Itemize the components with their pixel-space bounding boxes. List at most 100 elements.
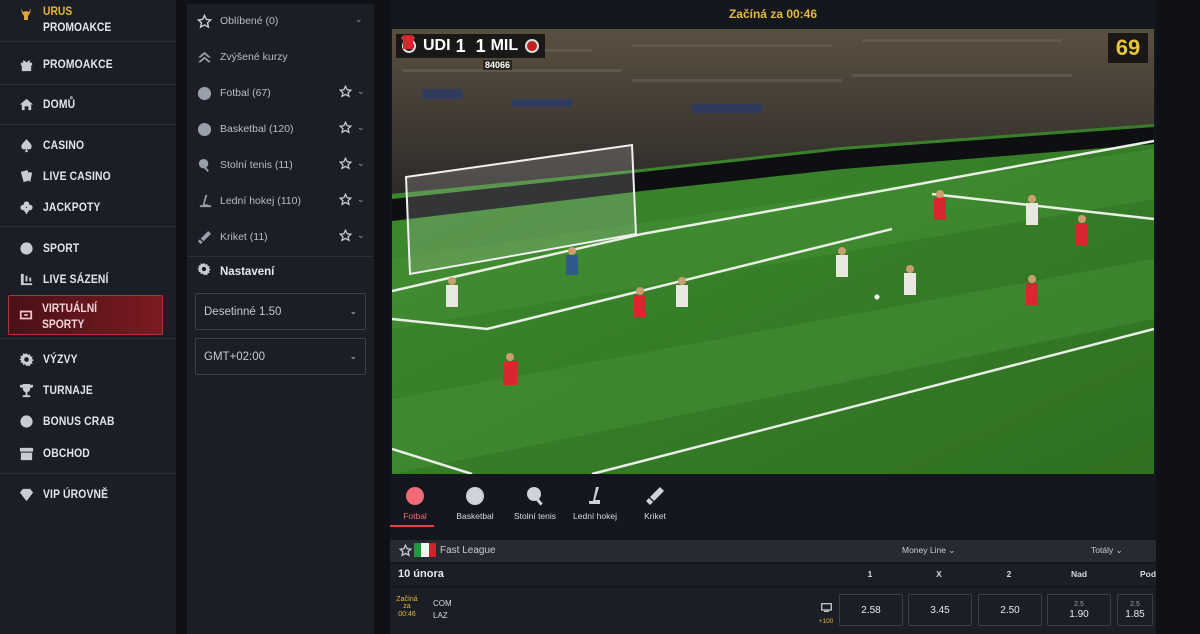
event-away-team: LAZ [433, 611, 448, 620]
favorite-star-icon[interactable] [338, 120, 353, 135]
nav-item-vyzvy[interactable]: VÝZVY [0, 344, 176, 374]
nav-item-label: VIRTUÁLNÍ [42, 301, 98, 315]
gift-icon [18, 56, 34, 72]
sport-item-cricket[interactable]: Kriket (11) ⌄ [187, 220, 374, 254]
favorite-star-icon[interactable] [398, 543, 413, 562]
sport-item-ice-hockey[interactable]: Lední hokej (110) ⌄ [187, 184, 374, 218]
event-row[interactable]: Začíná za 00:46 COM LAZ +100 2.58 3.45 2… [390, 588, 1156, 634]
sport-item-label: Stolní tenis (11) [220, 159, 293, 171]
col-away-win: 2 [1006, 569, 1012, 579]
start-countdown: 00:46 [398, 610, 416, 618]
sport-item-football[interactable]: Fotbal (67) ⌄ [187, 76, 374, 110]
cards-icon [18, 168, 34, 184]
tab-ice-hockey[interactable]: Lední hokej [570, 486, 620, 530]
nav-item-virtual-sports[interactable]: VIRTUÁLNÍ SPORTY [8, 295, 163, 335]
match-minute: 69 [1108, 33, 1148, 63]
match-date: 10 února [398, 568, 444, 580]
sport-item-label: Zvýšené kurzy [220, 51, 288, 63]
table-tennis-icon [525, 486, 545, 506]
sport-item-label: Lední hokej (110) [220, 195, 301, 207]
nav-item-vip[interactable]: VIP ÚROVNĚ [0, 479, 176, 509]
col-draw: X [936, 569, 942, 579]
odd-draw-button[interactable]: 3.45 [908, 594, 972, 626]
nav-promo-header[interactable]: URUS PROMOAKCE [18, 4, 122, 34]
event-start-time: Začíná za 00:46 [394, 596, 420, 618]
odds-format-value: Desetinné 1.50 [204, 305, 282, 318]
nav-item-label: PROMOAKCE [43, 57, 113, 71]
odd-under-button[interactable]: 2.5 1.85 [1117, 594, 1153, 626]
total-line: 2.5 [1130, 601, 1140, 608]
nav-item-promoakce[interactable]: PROMOAKCE [0, 49, 176, 79]
odds-format-select[interactable]: Desetinné 1.50 ⌄ [195, 293, 366, 330]
nav-item-turnaje[interactable]: TURNAJE [0, 375, 176, 405]
tab-football[interactable]: Fotbal [390, 486, 440, 530]
chevron-down-icon[interactable]: ⌄ [355, 14, 363, 25]
nav-item-home[interactable]: DOMŮ [0, 89, 176, 119]
odd-over-button[interactable]: 2.5 1.90 [1047, 594, 1111, 626]
basketball-icon [197, 122, 212, 137]
chevron-down-icon[interactable]: ⌄ [357, 158, 365, 169]
settings-header: Nastavení [197, 262, 274, 281]
nav-item-label: TURNAJE [43, 383, 93, 397]
tab-label: Stolní tenis [513, 511, 557, 521]
sport-item-boosted[interactable]: Zvýšené kurzy [187, 40, 374, 74]
countdown-bar: Začíná za 00:46 [390, 0, 1156, 28]
nav-item-label: JACKPOTY [43, 200, 101, 214]
nav-item-sport[interactable]: SPORT [0, 233, 176, 263]
timezone-select[interactable]: GMT+02:00 ⌄ [195, 338, 366, 375]
totals-dropdown[interactable]: Totály ⌄ [1091, 545, 1123, 556]
nav-divider [0, 124, 176, 125]
tab-label: Lední hokej [573, 511, 617, 521]
main-content: Začíná za 00:46 UDI 1 1 MIL 84066 69 Fot… [390, 0, 1156, 634]
shop-icon [18, 445, 34, 461]
spade-icon [18, 137, 34, 153]
nav-item-label-line2: SPORTY [42, 317, 85, 331]
tab-basketball[interactable]: Basketbal [450, 486, 500, 530]
favorite-star-icon[interactable] [338, 84, 353, 99]
nav-item-jackpoty[interactable]: JACKPOTY [0, 192, 176, 222]
panel-divider [187, 256, 374, 257]
home-score: 1 [455, 35, 466, 56]
nav-item-live-casino[interactable]: LIVE CASINO [0, 161, 176, 191]
favorite-star-icon[interactable] [338, 156, 353, 171]
sport-item-table-tennis[interactable]: Stolní tenis (11) ⌄ [187, 148, 374, 182]
sport-tabs: Fotbal Basketbal Stolní tenis Lední hoke… [390, 486, 690, 530]
favorite-star-icon[interactable] [338, 228, 353, 243]
odd-home-button[interactable]: 2.58 [839, 594, 903, 626]
favorite-star-icon[interactable] [338, 192, 353, 207]
nav-item-casino[interactable]: CASINO [0, 130, 176, 160]
chevron-down-icon[interactable]: ⌄ [357, 230, 365, 241]
start-label-1: Začíná [396, 596, 418, 603]
more-markets[interactable]: +100 [817, 599, 835, 625]
event-home-team: COM [433, 599, 452, 608]
tab-label: Basketbal [456, 511, 494, 521]
odd-value: 1.85 [1125, 609, 1145, 620]
match-id: 84066 [483, 60, 513, 70]
chevron-down-icon[interactable]: ⌄ [357, 122, 365, 133]
nav-divider [0, 84, 176, 85]
nav-item-label: CASINO [43, 138, 85, 152]
diamond-icon [18, 486, 34, 502]
virtual-icon [19, 308, 33, 322]
home-icon [18, 96, 34, 112]
total-line: 2.5 [1074, 601, 1084, 608]
chevron-down-icon[interactable]: ⌄ [357, 86, 365, 97]
nav-item-bonus-crab[interactable]: BONUS CRAB [0, 406, 176, 436]
match-video[interactable]: UDI 1 1 MIL 84066 69 [392, 29, 1154, 474]
sport-item-label: Oblíbené (0) [220, 15, 279, 27]
nav-item-live-betting[interactable]: LIVE SÁZENÍ [0, 264, 176, 294]
nav-item-obchod[interactable]: OBCHOD [0, 438, 176, 468]
chevron-down-icon: ⌄ [349, 351, 357, 361]
moneyline-dropdown[interactable]: Money Line ⌄ [902, 545, 955, 556]
sport-item-favorites[interactable]: Oblíbené (0) ⌄ [187, 4, 374, 38]
odd-value: 3.45 [930, 604, 950, 616]
odd-away-button[interactable]: 2.50 [978, 594, 1042, 626]
nav-promo-subtitle: PROMOAKCE [43, 20, 112, 34]
tab-cricket[interactable]: Kriket [630, 486, 680, 530]
sport-item-basketball[interactable]: Basketbal (120) ⌄ [187, 112, 374, 146]
tab-table-tennis[interactable]: Stolní tenis [510, 486, 560, 530]
tab-label: Fotbal [403, 511, 427, 521]
away-kit-icon [401, 35, 415, 49]
event-teams[interactable]: COM LAZ [433, 598, 452, 622]
chevron-down-icon[interactable]: ⌄ [357, 194, 365, 205]
